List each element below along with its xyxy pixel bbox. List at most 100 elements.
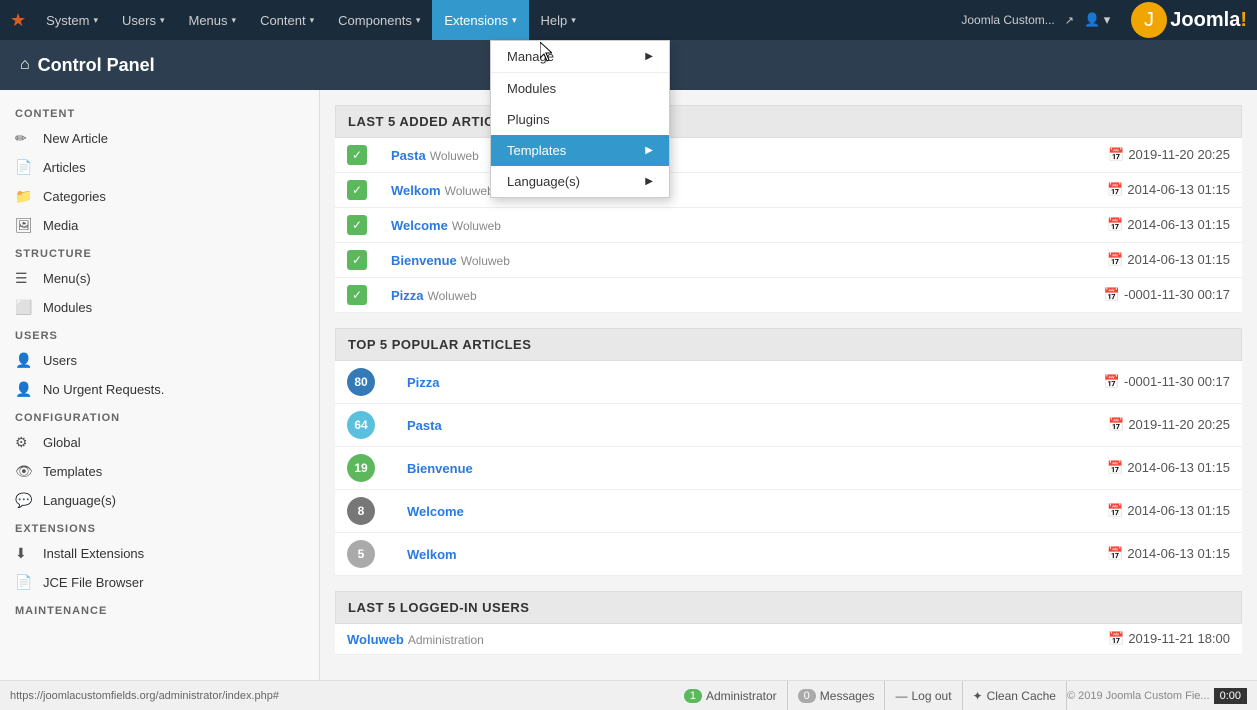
login-date: 📅2019-11-21 18:00 bbox=[811, 624, 1242, 655]
jce-icon: 📄 bbox=[15, 574, 35, 591]
table-row: 19 Bienvenue 📅2014-06-13 01:15 bbox=[335, 447, 1242, 490]
media-icon: 🖼 bbox=[15, 217, 35, 234]
article-author: Woluweb bbox=[430, 149, 479, 163]
extensions-dropdown: Manage ▶ Modules Plugins Templates ▶ Lan… bbox=[490, 40, 670, 198]
svg-text:J: J bbox=[1144, 9, 1154, 31]
joomla-text: Joomla! bbox=[1170, 9, 1247, 32]
article-date: 📅2014-06-13 01:15 bbox=[712, 533, 1242, 576]
admin-status[interactable]: 1 Administrator bbox=[674, 681, 788, 710]
sidebar-section-content: CONTENT bbox=[0, 100, 319, 124]
nav-menu: System ▾ Users ▾ Menus ▾ Content ▾ Compo… bbox=[34, 0, 961, 40]
dropdown-item-modules[interactable]: Modules bbox=[491, 73, 669, 104]
status-icon[interactable]: ✓ bbox=[347, 250, 367, 270]
table-row: ✓ PizzaWoluweb 📅-0001-11-30 00:17 bbox=[335, 278, 1242, 313]
dropdown-item-languages[interactable]: Language(s) ▶ bbox=[491, 166, 669, 197]
status-icon[interactable]: ✓ bbox=[347, 215, 367, 235]
article-link[interactable]: Pasta bbox=[407, 418, 442, 433]
debug-badge: 0:00 bbox=[1214, 688, 1247, 704]
article-date: 📅2014-06-13 01:15 bbox=[800, 243, 1242, 278]
logout-label: Log out bbox=[911, 689, 951, 703]
sidebar-item-categories[interactable]: 📁 Categories bbox=[0, 182, 319, 211]
article-link[interactable]: Bienvenue bbox=[407, 461, 473, 476]
status-icon[interactable]: ✓ bbox=[347, 285, 367, 305]
status-icon[interactable]: ✓ bbox=[347, 180, 367, 200]
table-row: 80 Pizza 📅-0001-11-30 00:17 bbox=[335, 361, 1242, 404]
logout-icon: — bbox=[895, 689, 907, 703]
table-row: 8 Welcome 📅2014-06-13 01:15 bbox=[335, 490, 1242, 533]
last5-loggedin-header: LAST 5 LOGGED-IN USERS bbox=[335, 591, 1242, 624]
top-navbar: ★ System ▾ Users ▾ Menus ▾ Content ▾ Com… bbox=[0, 0, 1257, 40]
dropdown-item-plugins[interactable]: Plugins bbox=[491, 104, 669, 135]
articles-icon: 📄 bbox=[15, 159, 35, 176]
sidebar-item-languages[interactable]: 💬 Language(s) bbox=[0, 486, 319, 515]
sidebar-item-global[interactable]: ⚙ Global bbox=[0, 428, 319, 457]
sidebar-section-maintenance: MAINTENANCE bbox=[0, 597, 319, 621]
copyright: © 2019 Joomla Custom Fie... bbox=[1067, 690, 1210, 702]
last5-added-table: ✓ PastaWoluweb 📅2019-11-20 20:25 ✓ Welko… bbox=[335, 138, 1242, 313]
clean-cache-button[interactable]: ✦ Clean Cache bbox=[963, 681, 1067, 710]
admin-badge: 1 bbox=[684, 689, 702, 703]
messages-badge: 0 bbox=[798, 689, 816, 703]
templates-icon: 👁 bbox=[15, 463, 35, 480]
article-link[interactable]: Bienvenue bbox=[391, 253, 457, 268]
article-link[interactable]: Welcome bbox=[391, 218, 448, 233]
arrow-icon: ▶ bbox=[645, 145, 653, 156]
table-row: 64 Pasta 📅2019-11-20 20:25 bbox=[335, 404, 1242, 447]
nav-users[interactable]: Users ▾ bbox=[110, 0, 176, 40]
nav-components[interactable]: Components ▾ bbox=[326, 0, 432, 40]
status-icon[interactable]: ✓ bbox=[347, 145, 367, 165]
article-link[interactable]: Welkom bbox=[407, 547, 457, 562]
status-bar: https://joomlacustomfields.org/administr… bbox=[0, 680, 1257, 710]
dropdown-item-templates[interactable]: Templates ▶ bbox=[491, 135, 669, 166]
nav-content[interactable]: Content ▾ bbox=[248, 0, 326, 40]
pencil-icon: ✏ bbox=[15, 130, 35, 147]
article-link[interactable]: Pizza bbox=[407, 375, 440, 390]
user-dropdown[interactable]: 👤 ▾ bbox=[1084, 12, 1110, 28]
status-items: 1 Administrator 0 Messages — Log out ✦ C… bbox=[674, 681, 1067, 710]
site-link[interactable]: Joomla Custom... bbox=[961, 13, 1054, 27]
sidebar-item-articles[interactable]: 📄 Articles bbox=[0, 153, 319, 182]
top5-popular-table: 80 Pizza 📅-0001-11-30 00:17 64 Pasta 📅20… bbox=[335, 361, 1242, 576]
joomla-logo-icon[interactable]: ★ bbox=[10, 10, 26, 31]
messages-label: Messages bbox=[820, 689, 875, 703]
last5-added-header: LAST 5 ADDED ARTICLES bbox=[335, 105, 1242, 138]
article-link[interactable]: Welcome bbox=[407, 504, 464, 519]
nav-menus[interactable]: Menus ▾ bbox=[177, 0, 249, 40]
sidebar-item-new-article[interactable]: ✏ New Article bbox=[0, 124, 319, 153]
nav-extensions[interactable]: Extensions ▾ bbox=[432, 0, 528, 40]
table-row: WoluwebAdministration 📅2019-11-21 18:00 bbox=[335, 624, 1242, 655]
sidebar-item-jce-file-browser[interactable]: 📄 JCE File Browser bbox=[0, 568, 319, 597]
sidebar: CONTENT ✏ New Article 📄 Articles 📁 Categ… bbox=[0, 90, 320, 680]
urgent-icon: 👤 bbox=[15, 381, 35, 398]
clean-cache-label: Clean Cache bbox=[987, 689, 1056, 703]
article-link[interactable]: Pizza bbox=[391, 288, 424, 303]
sidebar-item-install-extensions[interactable]: ⬇ Install Extensions bbox=[0, 539, 319, 568]
menus-icon: ☰ bbox=[15, 270, 35, 287]
sidebar-item-menus[interactable]: ☰ Menu(s) bbox=[0, 264, 319, 293]
messages-status[interactable]: 0 Messages bbox=[788, 681, 886, 710]
caret-icon: ▾ bbox=[93, 15, 98, 26]
article-author: Woluweb bbox=[461, 254, 510, 268]
article-link[interactable]: Welkom bbox=[391, 183, 441, 198]
user-link[interactable]: Woluweb bbox=[347, 632, 404, 647]
table-row: ✓ WelkomWoluweb 📅2014-06-13 01:15 bbox=[335, 173, 1242, 208]
admin-label: Administrator bbox=[706, 689, 777, 703]
caret-icon: ▾ bbox=[512, 15, 517, 26]
nav-system[interactable]: System ▾ bbox=[34, 0, 110, 40]
global-icon: ⚙ bbox=[15, 434, 35, 451]
sidebar-item-media[interactable]: 🖼 Media bbox=[0, 211, 319, 240]
caret-icon: ▾ bbox=[160, 15, 165, 26]
sidebar-section-configuration: CONFIGURATION bbox=[0, 404, 319, 428]
sidebar-item-users[interactable]: 👤 Users bbox=[0, 346, 319, 375]
sidebar-item-modules[interactable]: ⬜ Modules bbox=[0, 293, 319, 322]
dropdown-item-manage[interactable]: Manage ▶ bbox=[491, 41, 669, 72]
count-badge: 8 bbox=[347, 497, 375, 525]
logout-button[interactable]: — Log out bbox=[885, 681, 962, 710]
article-link[interactable]: Pasta bbox=[391, 148, 426, 163]
table-row: ✓ WelcomeWoluweb 📅2014-06-13 01:15 bbox=[335, 208, 1242, 243]
caret-icon: ▾ bbox=[416, 15, 421, 26]
table-row: ✓ Bienvenue Woluweb 📅2014-06-13 01:15 bbox=[335, 243, 1242, 278]
sidebar-item-templates[interactable]: 👁 Templates bbox=[0, 457, 319, 486]
table-row: ✓ PastaWoluweb 📅2019-11-20 20:25 bbox=[335, 138, 1242, 173]
nav-help[interactable]: Help ▾ bbox=[529, 0, 588, 40]
